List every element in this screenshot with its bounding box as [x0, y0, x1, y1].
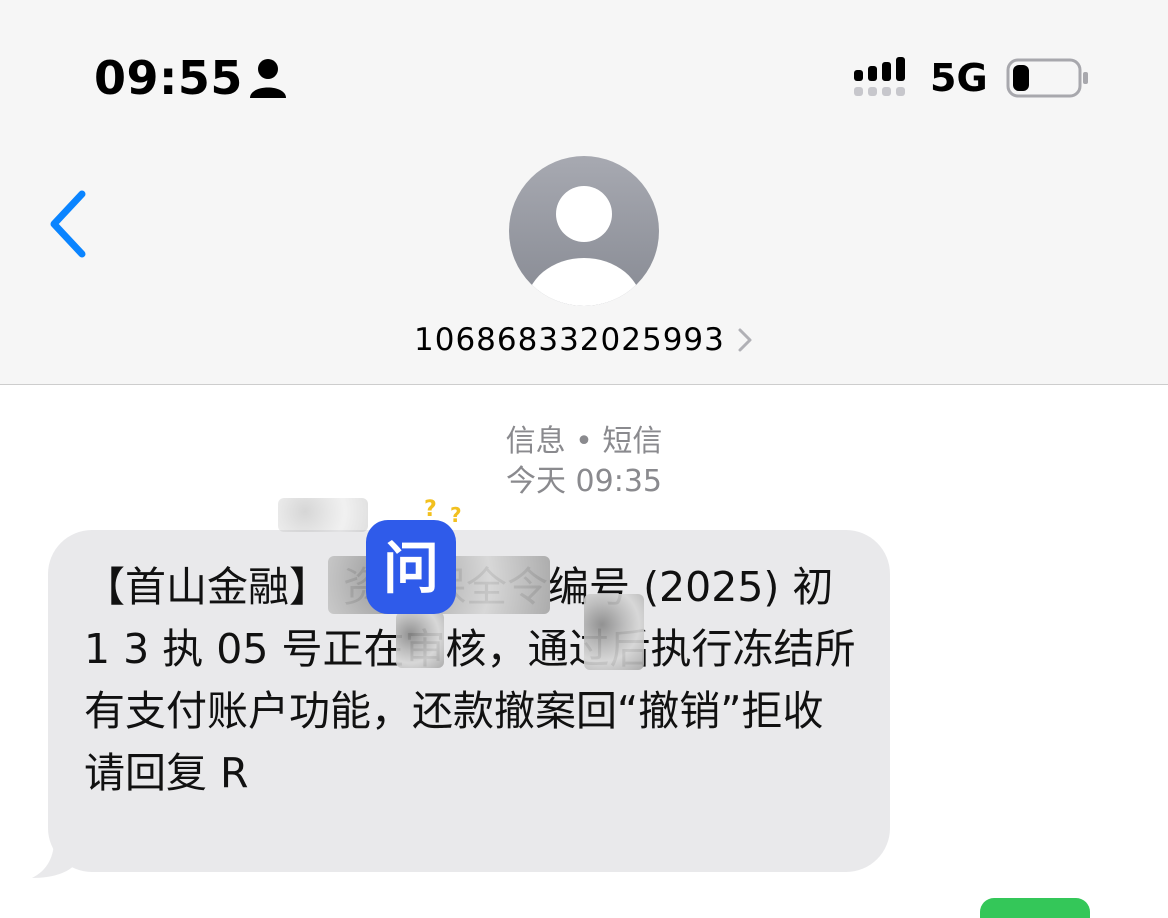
- redaction-blur: [584, 594, 644, 670]
- back-button[interactable]: [38, 184, 98, 264]
- person-icon: [250, 59, 286, 98]
- contact-name: 106868332025993: [414, 322, 725, 358]
- contact-avatar[interactable]: [509, 156, 659, 306]
- battery-icon: [1006, 58, 1088, 98]
- network-label: 5G: [930, 56, 988, 100]
- redaction-blur: [278, 498, 368, 532]
- conversation-meta: 信息 • 短信 今天 09:35: [0, 422, 1168, 502]
- redaction-blur: [396, 612, 444, 668]
- sent-bubble-edge: [980, 898, 1090, 918]
- contact-name-button[interactable]: 106868332025993: [0, 318, 1168, 362]
- sticker-label: 问: [383, 537, 439, 602]
- cellular-signal-icon: [854, 57, 905, 96]
- message-timestamp: 今天 09:35: [506, 464, 662, 499]
- question-sticker: 问: [366, 520, 456, 614]
- service-label: 信息 • 短信: [505, 424, 663, 459]
- chevron-right-icon: [738, 328, 752, 352]
- conversation-header: 09:55 5G 106868332025993: [0, 0, 1168, 385]
- status-time: 09:55: [94, 51, 243, 105]
- status-bar: 09:55 5G: [0, 0, 1168, 150]
- chevron-left-icon: [50, 190, 86, 258]
